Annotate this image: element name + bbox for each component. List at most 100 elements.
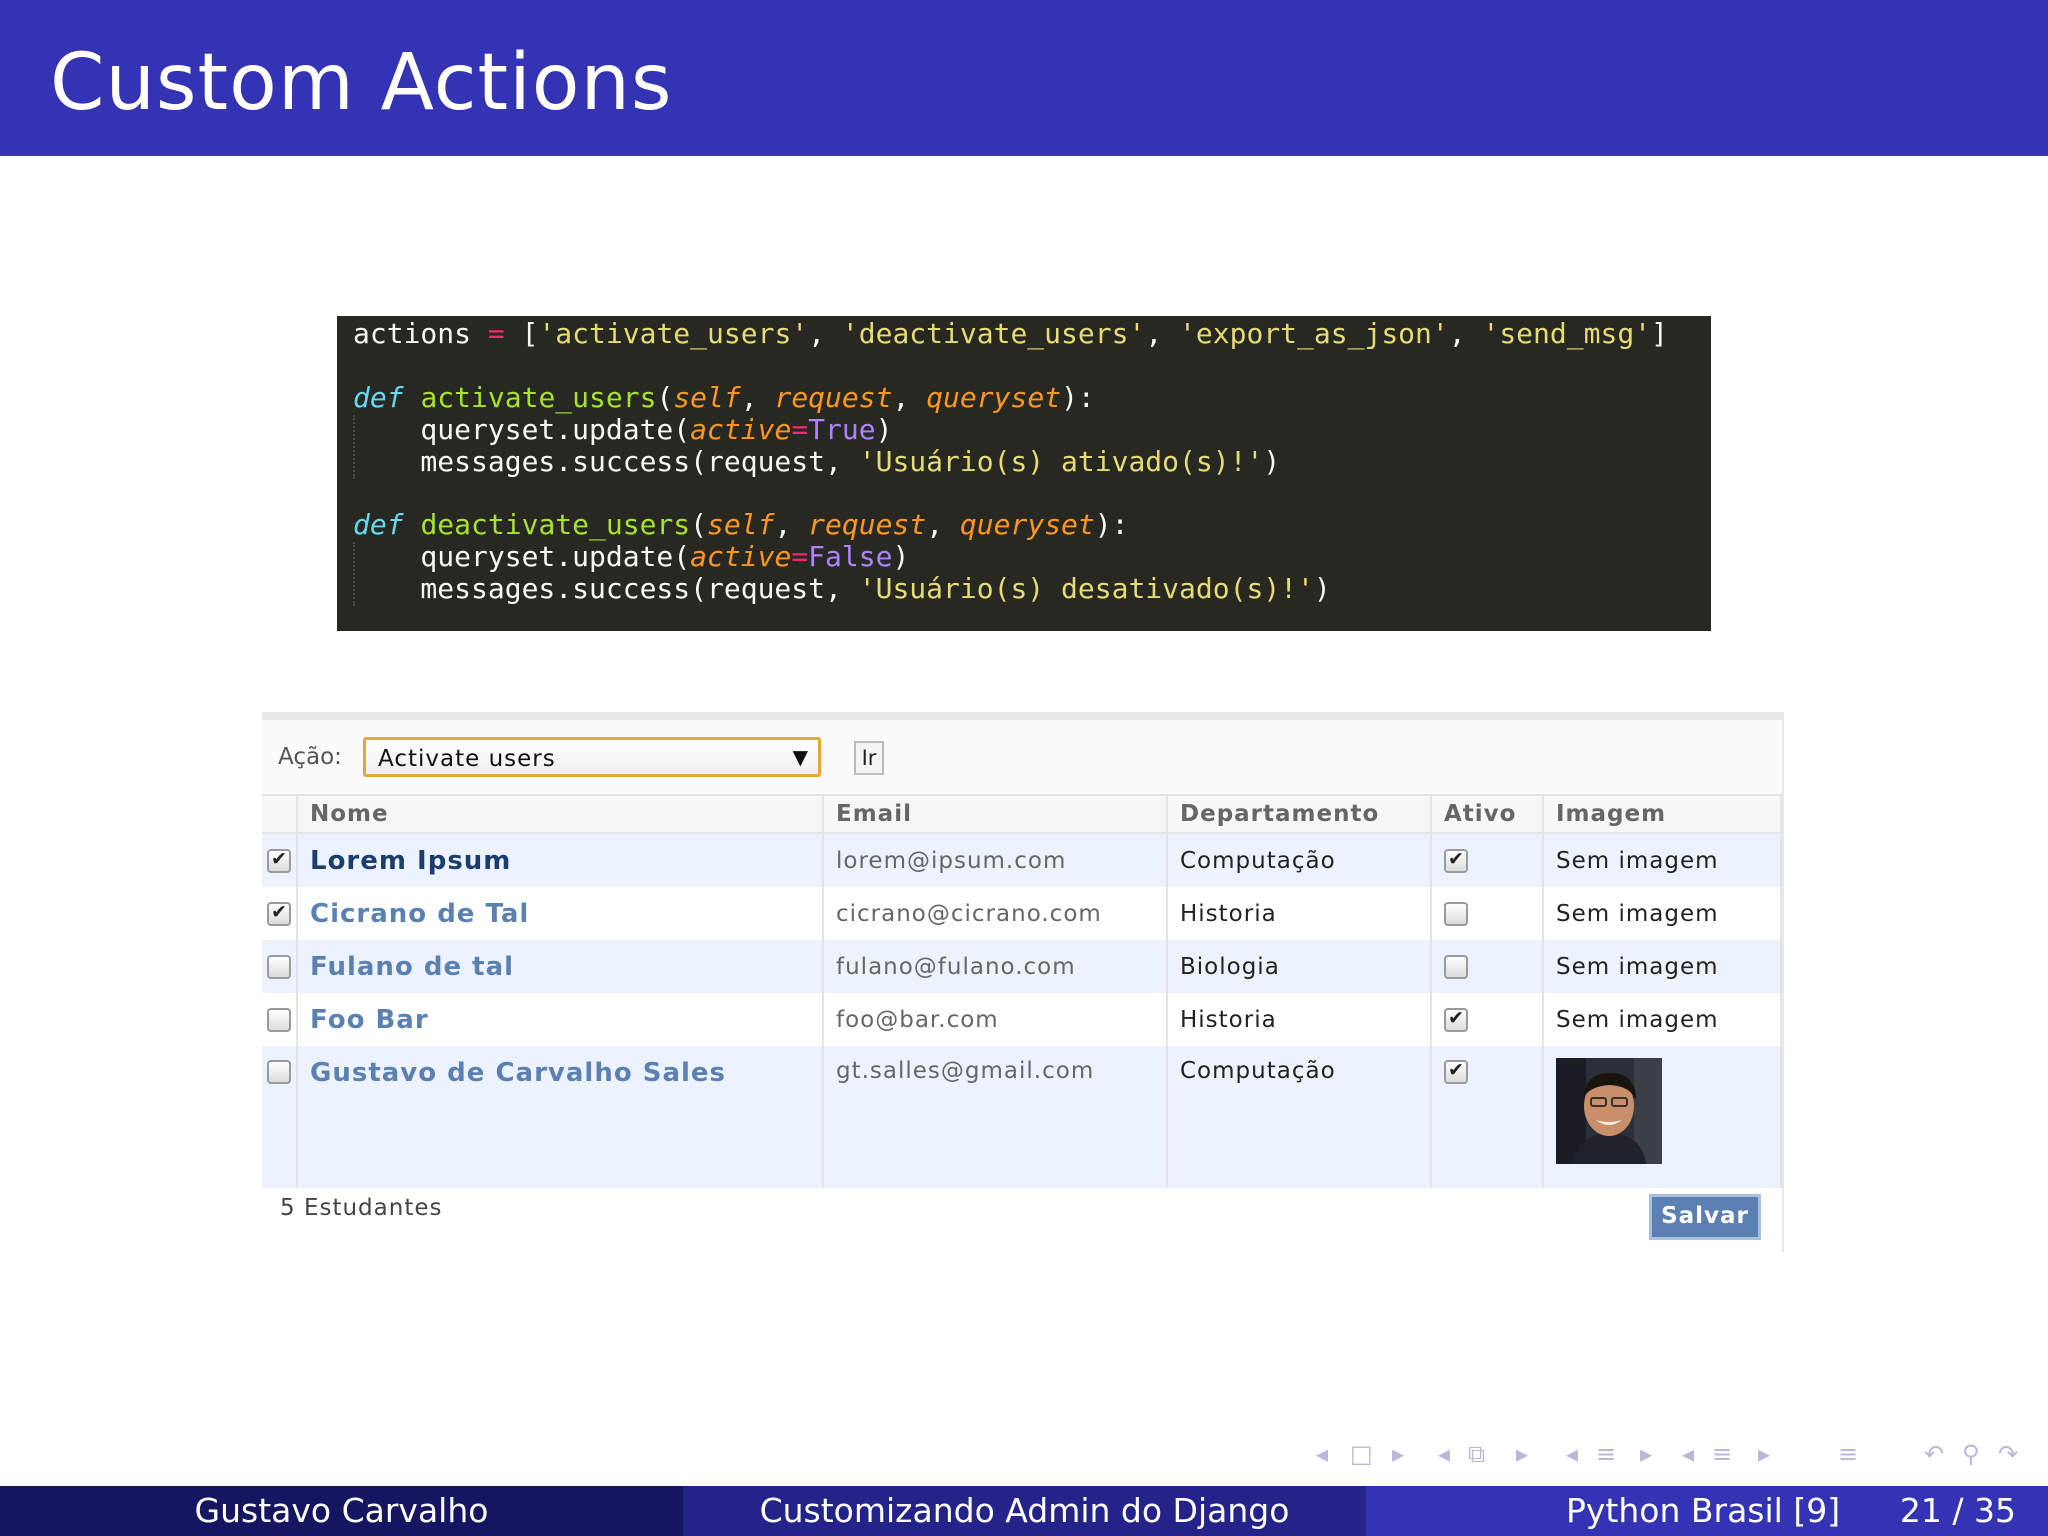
name-cell: Foo Bar [297, 993, 824, 1046]
admin-changelist: Ação: Activate users ▼ Ir Nome Email Dep… [262, 712, 1784, 1252]
nav-document-icon[interactable]: ≡ [1712, 1440, 1732, 1468]
department-cell: Historia [1167, 993, 1432, 1046]
result-count: 5 Estudantes [280, 1195, 443, 1221]
name-cell: Fulano de tal [297, 940, 824, 993]
image-cell: Sem imagem [1543, 887, 1782, 940]
slide-title: Custom Actions [50, 38, 673, 128]
row-select-checkbox[interactable] [267, 1008, 291, 1032]
nav-section-icon[interactable]: ≡ [1596, 1440, 1616, 1468]
code-line-msg-desativado: messages.success(request, 'Usuário(s) de… [353, 572, 1331, 605]
row-select-checkbox[interactable] [267, 901, 291, 926]
go-button[interactable]: Ir [854, 741, 884, 775]
student-name-link[interactable]: Fulano de tal [310, 952, 514, 982]
name-cell: Cicrano de Tal [297, 887, 824, 940]
table-row: Cicrano de Tal cicrano@cicrano.com Histo… [262, 887, 1782, 940]
nav-forward-icon[interactable]: ↷ [1998, 1440, 2018, 1468]
active-cell [1431, 833, 1544, 887]
footer-talk-title: Customizando Admin do Django [683, 1486, 1366, 1536]
nav-left-arrow-icon[interactable]: ◂ [1566, 1440, 1578, 1468]
nav-right-arrow-icon[interactable]: ▸ [1392, 1440, 1404, 1468]
nav-back-icon[interactable]: ↶ [1924, 1440, 1944, 1468]
footer-venue: Python Brasil [9] [1566, 1491, 1841, 1530]
slide-footer: Gustavo Carvalho Customizando Admin do D… [0, 1486, 2048, 1536]
footer-author: Gustavo Carvalho [0, 1486, 683, 1536]
active-cell [1431, 940, 1544, 993]
admin-right-border [1782, 712, 1784, 1252]
department-cell: Computação [1167, 1046, 1432, 1188]
column-header-email[interactable]: Email [823, 796, 1168, 834]
row-select-checkbox[interactable] [267, 1059, 291, 1084]
column-header-departamento[interactable]: Departamento [1167, 796, 1432, 834]
table-row: Gustavo de Carvalho Sales gt.salles@gmai… [262, 1046, 1782, 1188]
code-line-update-false: queryset.update(active=False) [353, 540, 910, 573]
image-cell: Sem imagem [1543, 993, 1782, 1046]
action-bar: Ação: Activate users ▼ Ir [262, 720, 1782, 796]
email-cell: foo@bar.com [823, 993, 1168, 1046]
row-select-checkbox[interactable] [267, 955, 291, 979]
table-row: Fulano de tal fulano@fulano.com Biologia… [262, 940, 1782, 993]
active-checkbox[interactable] [1444, 902, 1468, 926]
name-cell: Gustavo de Carvalho Sales [297, 1046, 824, 1188]
column-header-imagem[interactable]: Imagem [1543, 796, 1782, 834]
image-cell [1543, 1046, 1782, 1188]
active-checkbox[interactable] [1444, 1059, 1468, 1084]
admin-top-border [262, 712, 1784, 720]
department-cell: Biologia [1167, 940, 1432, 993]
code-line-update-true: queryset.update(active=True) [353, 413, 893, 446]
nav-left-arrow-icon[interactable]: ◂ [1316, 1440, 1328, 1468]
code-block: actions = ['activate_users', 'deactivate… [337, 316, 1711, 631]
row-select-cell [262, 993, 298, 1046]
email-cell: lorem@ipsum.com [823, 833, 1168, 887]
action-select-value: Activate users [378, 746, 556, 772]
nav-subsection-icon[interactable]: ⧉ [1468, 1440, 1485, 1468]
student-name-link[interactable]: Cicrano de Tal [310, 899, 529, 929]
active-cell [1431, 1046, 1544, 1188]
code-line-actions: actions = ['activate_users', 'deactivate… [353, 317, 1668, 350]
code-line-def-deactivate: def deactivate_users(self, request, quer… [353, 508, 1129, 541]
action-select[interactable]: Activate users ▼ [363, 737, 821, 777]
column-header-nome[interactable]: Nome [297, 796, 824, 834]
save-button[interactable]: Salvar [1649, 1194, 1761, 1240]
nav-left-arrow-icon[interactable]: ◂ [1682, 1440, 1694, 1468]
nav-right-arrow-icon[interactable]: ▸ [1758, 1440, 1770, 1468]
column-header-ativo[interactable]: Ativo [1431, 796, 1544, 834]
student-photo [1556, 1058, 1662, 1164]
dropdown-arrow-icon: ▼ [792, 745, 808, 769]
row-select-cell [262, 940, 298, 993]
email-cell: fulano@fulano.com [823, 940, 1168, 993]
nav-right-arrow-icon[interactable]: ▸ [1516, 1440, 1528, 1468]
row-select-cell [262, 1046, 298, 1188]
image-cell: Sem imagem [1543, 833, 1782, 887]
footer-page-number: 21 / 35 [1899, 1491, 2016, 1530]
active-cell [1431, 887, 1544, 940]
table-row: Foo Bar foo@bar.com Historia Sem imagem [262, 993, 1782, 1046]
department-cell: Computação [1167, 833, 1432, 887]
row-select-checkbox[interactable] [267, 848, 291, 873]
beamer-navigation: ◂ □ ▸ ◂ ⧉ ▸ ◂ ≡ ▸ ◂ ≡ ▸ ≡ ↶ ⚲ ↷ [1310, 1440, 2040, 1470]
action-label: Ação: [278, 744, 342, 770]
department-cell: Historia [1167, 887, 1432, 940]
results-table: Nome Email Departamento Ativo Imagem Lor… [262, 796, 1782, 1188]
active-checkbox[interactable] [1444, 1007, 1468, 1032]
email-cell: gt.salles@gmail.com [823, 1046, 1168, 1188]
row-select-cell [262, 833, 298, 887]
code-line-def-activate: def activate_users(self, request, querys… [353, 381, 1095, 414]
nav-frame-icon[interactable]: □ [1350, 1440, 1373, 1468]
student-name-link[interactable]: Gustavo de Carvalho Sales [310, 1058, 726, 1088]
active-cell [1431, 993, 1544, 1046]
row-select-cell [262, 887, 298, 940]
code-line-msg-ativado: messages.success(request, 'Usuário(s) at… [353, 445, 1281, 478]
student-name-link[interactable]: Lorem Ipsum [310, 846, 511, 876]
nav-left-arrow-icon[interactable]: ◂ [1438, 1440, 1450, 1468]
nav-search-icon[interactable]: ⚲ [1962, 1440, 1980, 1468]
name-cell: Lorem Ipsum [297, 833, 824, 887]
nav-right-arrow-icon[interactable]: ▸ [1640, 1440, 1652, 1468]
nav-toc-icon[interactable]: ≡ [1838, 1440, 1858, 1468]
email-cell: cicrano@cicrano.com [823, 887, 1168, 940]
select-all-column [262, 796, 298, 834]
image-cell: Sem imagem [1543, 940, 1782, 993]
active-checkbox[interactable] [1444, 955, 1468, 979]
student-name-link[interactable]: Foo Bar [310, 1005, 429, 1035]
table-row: Lorem Ipsum lorem@ipsum.com Computação S… [262, 833, 1782, 887]
active-checkbox[interactable] [1444, 848, 1468, 873]
